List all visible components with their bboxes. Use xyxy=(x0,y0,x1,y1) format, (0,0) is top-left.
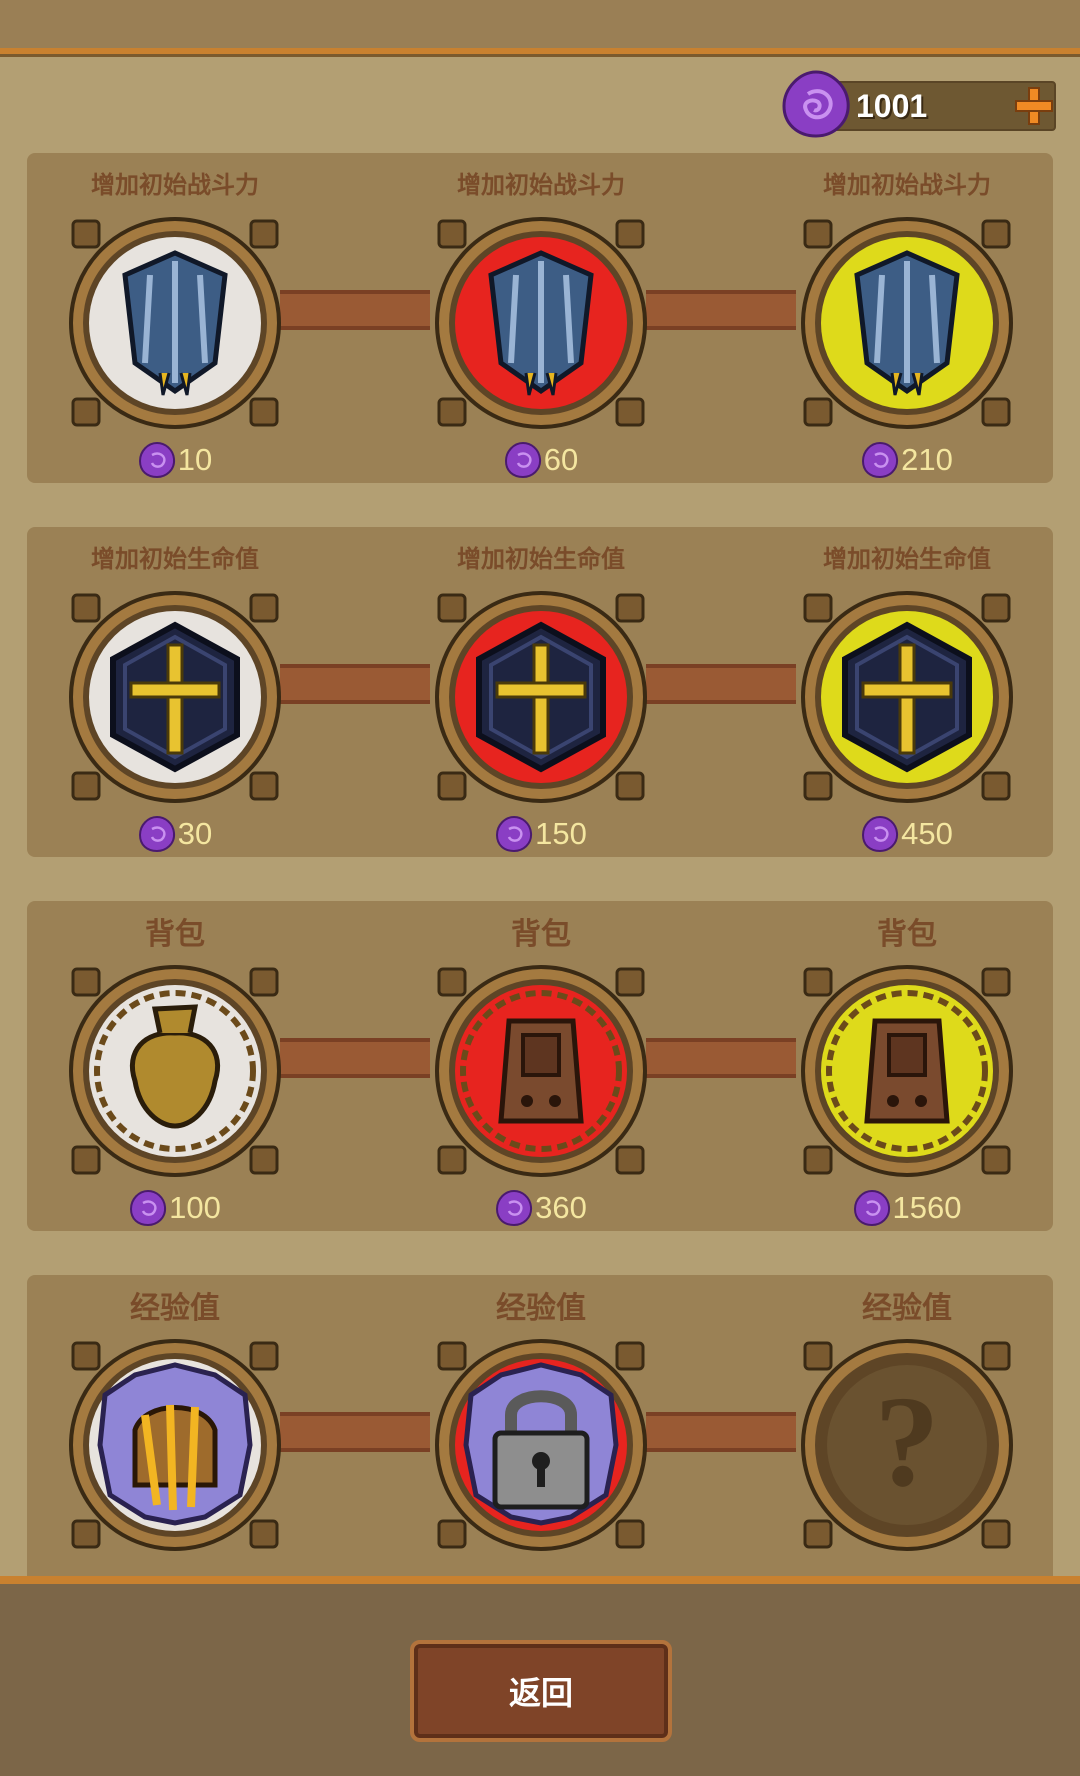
upgrade-slot[interactable]: 增加初始战斗力 10 xyxy=(55,153,295,483)
purple-gem-icon xyxy=(782,70,850,138)
upgrade-slot[interactable]: 背包 360 xyxy=(421,901,661,1231)
add-currency-button[interactable] xyxy=(1012,84,1056,128)
price-value: 60 xyxy=(543,442,579,477)
price-value: 360 xyxy=(535,1190,587,1225)
upgrade-slot[interactable]: 增加初始战斗力 210 xyxy=(787,153,1027,483)
shield-icon[interactable] xyxy=(65,213,285,433)
slot-title: 增加初始战斗力 xyxy=(91,171,259,199)
backpack-icon[interactable] xyxy=(431,961,651,1181)
purple-gem-icon xyxy=(130,1189,167,1227)
upgrade-slot[interactable]: 经验值? xyxy=(787,1275,1027,1605)
slot-title: 增加初始生命值 xyxy=(823,545,991,573)
slot-price: 450 xyxy=(787,815,1027,855)
slot-price: 100 xyxy=(55,1189,295,1229)
slot-title: 背包 xyxy=(511,917,571,952)
slot-connector xyxy=(280,290,430,330)
purple-gem-icon xyxy=(496,1189,533,1227)
slot-connector xyxy=(646,1412,796,1452)
purple-gem-icon xyxy=(862,815,899,853)
shield-icon[interactable] xyxy=(797,213,1017,433)
purple-gem-icon xyxy=(862,441,899,479)
slot-price: 60 xyxy=(421,441,661,481)
cross-shield-icon[interactable] xyxy=(797,587,1017,807)
slot-title: 增加初始生命值 xyxy=(457,545,625,573)
slot-connector xyxy=(646,290,796,330)
slot-title: 增加初始战斗力 xyxy=(823,171,991,199)
price-value: 450 xyxy=(901,816,953,851)
upgrade-slot[interactable]: 增加初始生命值 150 xyxy=(421,527,661,857)
padlock-icon[interactable] xyxy=(431,1335,651,1555)
cross-shield-icon[interactable] xyxy=(65,587,285,807)
price-value: 10 xyxy=(177,442,213,477)
slot-connector xyxy=(646,664,796,704)
slot-title: 经验值 xyxy=(496,1291,586,1326)
price-value: 1560 xyxy=(892,1190,962,1225)
purple-gem-icon xyxy=(138,815,175,853)
slot-price: 1560 xyxy=(787,1189,1027,1229)
upgrade-slot[interactable]: 经验值 xyxy=(421,1275,661,1605)
backpack-icon[interactable] xyxy=(797,961,1017,1181)
purple-gem-icon xyxy=(853,1189,890,1227)
slot-price: 150 xyxy=(421,815,661,855)
slot-title: 背包 xyxy=(877,917,937,952)
purple-gem-icon xyxy=(138,441,175,479)
upgrade-slot[interactable]: 背包 100 xyxy=(55,901,295,1231)
cross-shield-icon[interactable] xyxy=(431,587,651,807)
upgrade-slot[interactable]: 增加初始生命值 30 xyxy=(55,527,295,857)
question-mark-icon[interactable]: ? xyxy=(797,1335,1017,1555)
price-value: 210 xyxy=(901,442,953,477)
upgrade-slot[interactable]: 背包 1560 xyxy=(787,901,1027,1231)
price-value: 150 xyxy=(535,816,587,851)
price-value: 100 xyxy=(169,1190,221,1225)
slot-price: 10 xyxy=(55,441,295,481)
upgrade-slot[interactable]: 增加初始生命值 450 xyxy=(787,527,1027,857)
slot-title: 经验值 xyxy=(130,1291,220,1326)
purple-gem-icon xyxy=(496,815,533,853)
bag-icon[interactable] xyxy=(65,961,285,1181)
upgrade-slot[interactable]: 增加初始战斗力 60 xyxy=(421,153,661,483)
slot-title: 增加初始生命值 xyxy=(91,545,259,573)
top-bar xyxy=(0,0,1080,54)
slot-connector xyxy=(646,1038,796,1078)
currency-display: 1001 xyxy=(780,68,1060,138)
shield-icon[interactable] xyxy=(431,213,651,433)
treasure-chest-icon[interactable] xyxy=(65,1335,285,1555)
slot-connector xyxy=(280,664,430,704)
currency-amount: 1001 xyxy=(856,88,928,124)
slot-price: 210 xyxy=(787,441,1027,481)
slot-title: 经验值 xyxy=(862,1291,952,1326)
slot-title: 增加初始战斗力 xyxy=(457,171,625,199)
slot-price: 30 xyxy=(55,815,295,855)
slot-price: 360 xyxy=(421,1189,661,1229)
price-value: 30 xyxy=(177,816,213,851)
slot-title: 背包 xyxy=(145,917,205,952)
slot-connector xyxy=(280,1412,430,1452)
upgrade-slot[interactable]: 经验值 xyxy=(55,1275,295,1605)
slot-connector xyxy=(280,1038,430,1078)
purple-gem-icon xyxy=(504,441,541,479)
svg-text:?: ? xyxy=(875,1370,940,1514)
back-button[interactable]: 返回 xyxy=(410,1640,672,1742)
